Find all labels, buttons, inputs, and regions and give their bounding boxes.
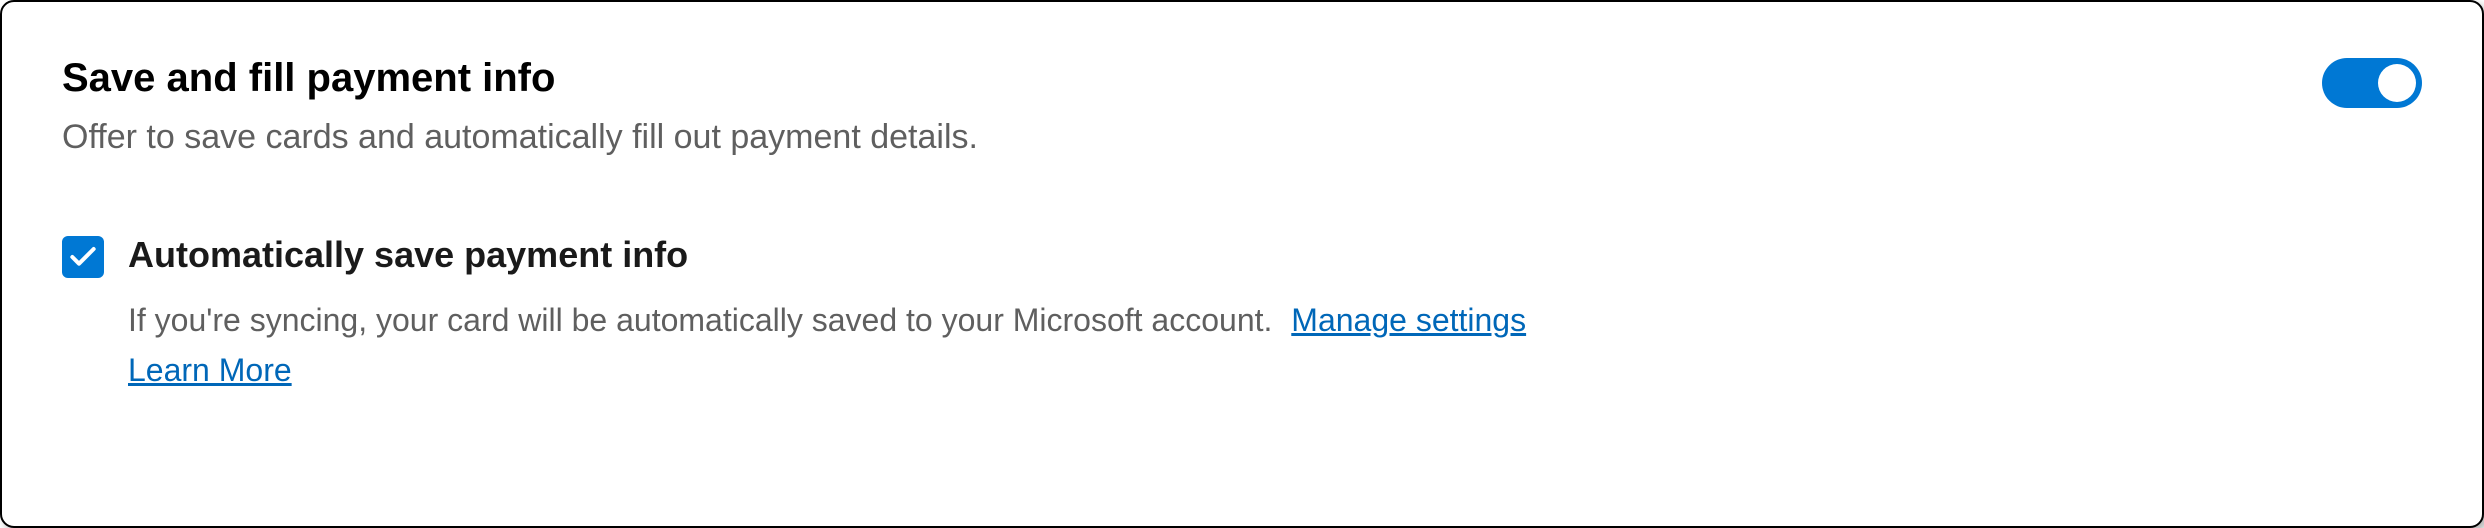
header-text: Save and fill payment info Offer to save… (62, 52, 2322, 162)
auto-save-checkbox[interactable] (62, 236, 104, 278)
auto-save-section: Automatically save payment info If you'r… (62, 232, 2422, 390)
payment-info-settings-card: Save and fill payment info Offer to save… (0, 0, 2484, 528)
save-fill-toggle[interactable] (2322, 58, 2422, 108)
toggle-knob (2378, 64, 2416, 102)
auto-save-desc-text: If you're syncing, your card will be aut… (128, 302, 1272, 338)
learn-more-row: Learn More (128, 352, 2422, 389)
auto-save-title: Automatically save payment info (128, 232, 2422, 279)
auto-save-content: Automatically save payment info If you'r… (128, 232, 2422, 390)
header-row: Save and fill payment info Offer to save… (62, 52, 2422, 162)
section-title: Save and fill payment info (62, 52, 2322, 104)
auto-save-description: If you're syncing, your card will be aut… (128, 296, 2422, 344)
learn-more-link[interactable]: Learn More (128, 352, 292, 388)
checkmark-icon (67, 241, 99, 273)
section-subtitle: Offer to save cards and automatically fi… (62, 114, 2322, 162)
manage-settings-link[interactable]: Manage settings (1291, 302, 1526, 338)
